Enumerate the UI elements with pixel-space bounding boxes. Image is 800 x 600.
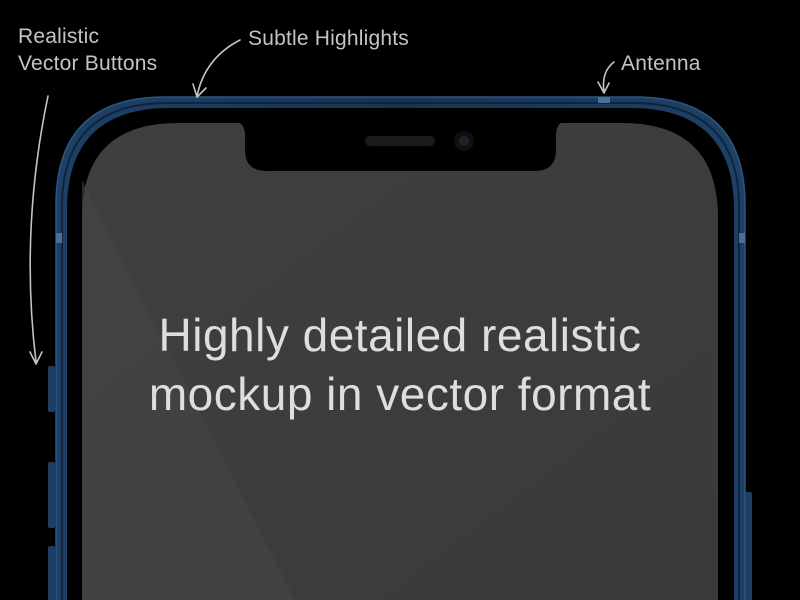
camera-lens-icon xyxy=(459,136,469,146)
antenna-line-top xyxy=(598,97,610,103)
mockup-stage: Realistic Vector Buttons Subtle Highligh… xyxy=(0,0,800,600)
buttons-arrow-icon xyxy=(29,95,49,365)
volume-up-button xyxy=(48,462,55,528)
buttons-annotation-line1: Realistic xyxy=(18,25,100,48)
antenna-arrow-icon xyxy=(597,61,615,94)
antenna-line-left xyxy=(56,233,62,243)
antenna-line-right xyxy=(739,233,745,243)
buttons-annotation: Realistic Vector Buttons xyxy=(18,23,157,77)
buttons-annotation-line2: Vector Buttons xyxy=(18,52,158,75)
screen-headline: Highly detailed realistic mockup in vect… xyxy=(80,306,720,424)
phone-mockup-illustration xyxy=(29,39,752,600)
mute-switch xyxy=(48,366,55,412)
highlights-annotation: Subtle Highlights xyxy=(248,27,409,50)
volume-down-button xyxy=(48,546,55,600)
antenna-annotation: Antenna xyxy=(621,52,701,75)
headline-line2: mockup in vector format xyxy=(148,368,652,420)
side-buttons-left xyxy=(48,366,55,600)
highlights-arrow-icon xyxy=(192,39,241,98)
headline-line1: Highly detailed realistic xyxy=(158,309,642,361)
speaker-grille xyxy=(365,136,435,146)
power-button xyxy=(745,492,752,600)
